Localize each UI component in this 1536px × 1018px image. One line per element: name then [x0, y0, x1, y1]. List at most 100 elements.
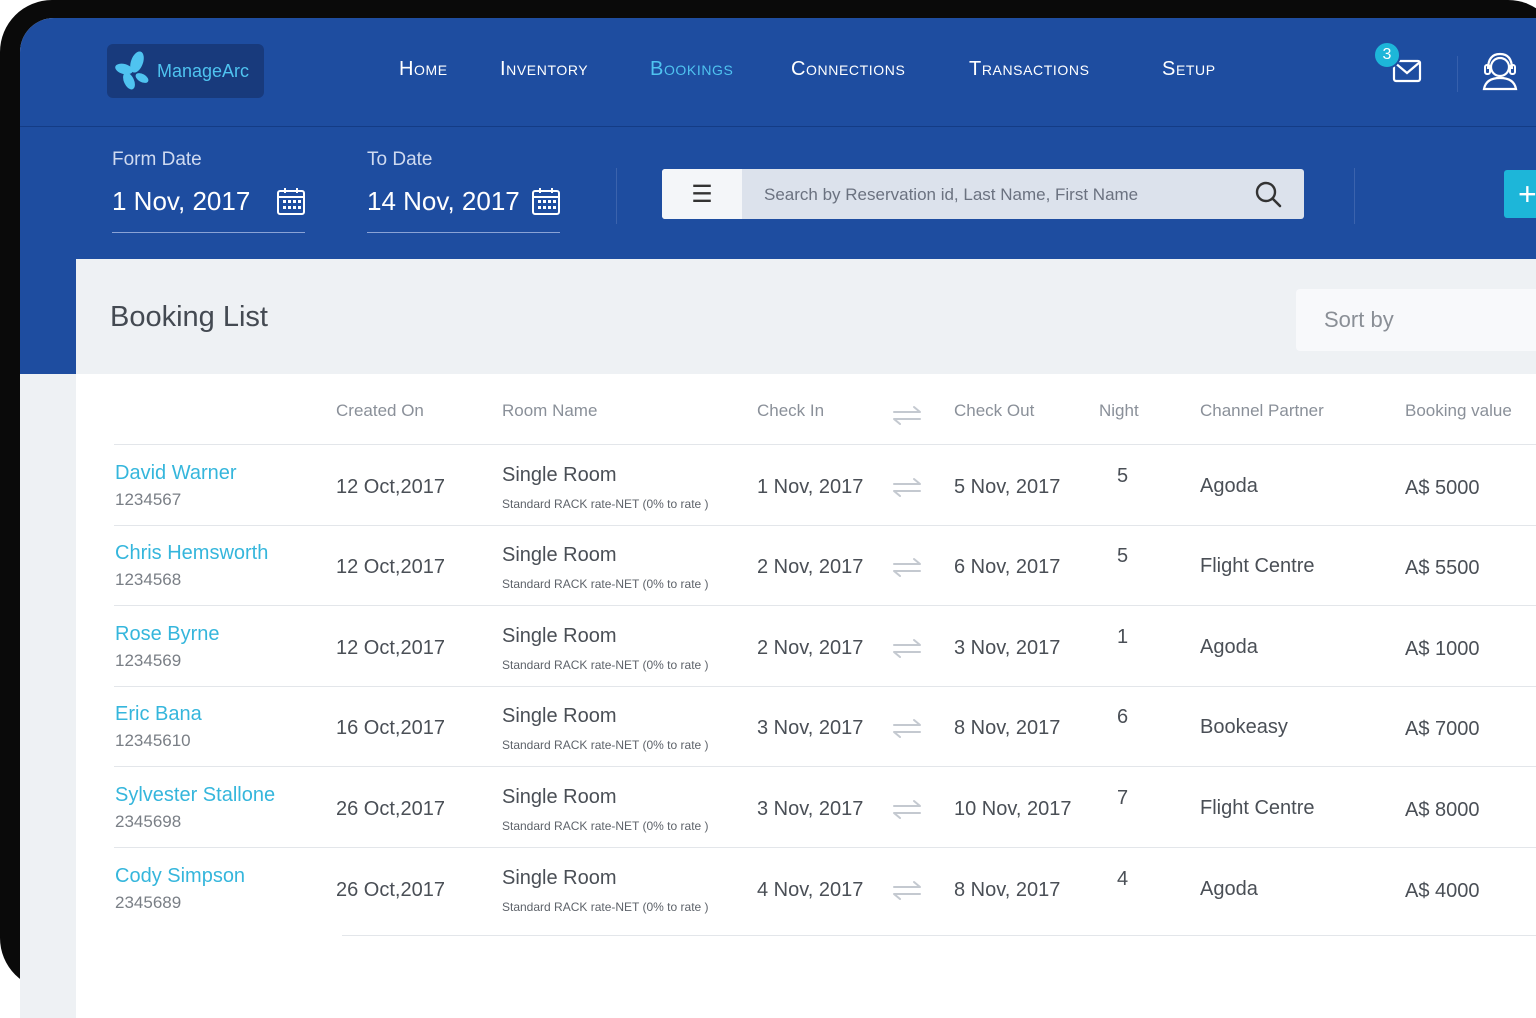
booking-list-card: Booking List Sort by Created On Room Name… — [76, 259, 1536, 1018]
guest-name-link[interactable]: Sylvester Stallone — [115, 784, 275, 807]
reservation-id: 12345610 — [115, 731, 191, 750]
column-header: Created On — [336, 401, 424, 420]
guest-name-link[interactable]: Eric Bana — [115, 703, 202, 726]
guest-name-link[interactable]: Rose Byrne — [115, 623, 220, 646]
calendar-icon[interactable] — [276, 186, 306, 216]
swap-arrows-icon — [893, 478, 921, 497]
row-divider — [342, 935, 1536, 936]
check-in-date: 3 Nov, 2017 — [757, 798, 864, 820]
swap-arrows-icon — [893, 800, 921, 819]
check-in-date: 3 Nov, 2017 — [757, 717, 864, 739]
nights-count: 5 — [1117, 465, 1129, 487]
swap-arrows-icon — [893, 558, 921, 577]
column-header: Booking value — [1405, 401, 1512, 420]
check-out-date: 5 Nov, 2017 — [954, 476, 1061, 498]
channel-partner: Agoda — [1200, 475, 1258, 497]
from-date-underline — [112, 232, 305, 233]
booking-value: A$ 1000 — [1405, 638, 1480, 660]
column-header: Night — [1099, 401, 1139, 420]
check-out-date: 8 Nov, 2017 — [954, 879, 1061, 901]
app-logo[interactable]: ManageArc — [107, 44, 264, 98]
room-name: Single Room — [502, 867, 617, 889]
reservation-id: 2345698 — [115, 812, 182, 831]
check-in-date: 1 Nov, 2017 — [757, 476, 864, 498]
row-divider — [114, 605, 1536, 606]
room-name: Single Room — [502, 544, 617, 566]
booking-value: A$ 4000 — [1405, 880, 1480, 902]
add-booking-button[interactable]: + — [1504, 170, 1536, 218]
nights-count: 4 — [1117, 868, 1129, 890]
created-on: 12 Oct,2017 — [336, 556, 445, 578]
nav-home[interactable]: Home — [399, 58, 448, 81]
sort-by-label: Sort by — [1324, 307, 1394, 332]
rate-plan: Standard RACK rate-NET (0% to rate ) — [502, 577, 709, 591]
reservation-id: 2345689 — [115, 893, 182, 912]
check-out-date: 6 Nov, 2017 — [954, 556, 1061, 578]
column-header: Check Out — [954, 401, 1035, 420]
nav-connections[interactable]: Connections — [791, 58, 905, 81]
search-bar: ☰ — [662, 169, 1304, 221]
logo-icon — [115, 51, 149, 90]
guest-name-link[interactable]: Cody Simpson — [115, 865, 245, 888]
row-divider — [114, 766, 1536, 767]
header-separator — [1457, 56, 1458, 92]
check-in-date: 2 Nov, 2017 — [757, 637, 864, 659]
created-on: 16 Oct,2017 — [336, 717, 445, 739]
guest-name-link[interactable]: David Warner — [115, 462, 237, 485]
column-header: Check In — [757, 401, 825, 420]
created-on: 26 Oct,2017 — [336, 879, 445, 901]
filter-separator — [1354, 168, 1355, 224]
column-header: Room Name — [502, 401, 598, 420]
to-date-underline — [367, 232, 560, 233]
page-title: Booking List — [110, 301, 268, 333]
column-header: Channel Partner — [1200, 401, 1324, 420]
booking-value: A$ 5000 — [1405, 477, 1480, 499]
nav-inventory[interactable]: Inventory — [500, 58, 588, 81]
check-out-date: 3 Nov, 2017 — [954, 637, 1061, 659]
check-in-date: 4 Nov, 2017 — [757, 879, 864, 901]
nights-count: 1 — [1117, 626, 1129, 648]
swap-arrows-icon — [893, 639, 921, 658]
swap-arrows-icon — [893, 719, 921, 738]
row-divider — [114, 847, 1536, 848]
created-on: 12 Oct,2017 — [336, 637, 445, 659]
calendar-icon[interactable] — [531, 186, 561, 216]
search-icon[interactable] — [1254, 180, 1282, 208]
nights-count: 5 — [1117, 545, 1129, 567]
room-name: Single Room — [502, 625, 617, 647]
search-input[interactable] — [762, 169, 1236, 221]
nights-count: 6 — [1117, 706, 1129, 728]
support-icon[interactable] — [1480, 51, 1520, 91]
notification-badge: 3 — [1373, 41, 1401, 69]
from-date-label: Form Date — [112, 149, 202, 170]
check-out-date: 8 Nov, 2017 — [954, 717, 1061, 739]
sort-by-select[interactable]: Sort by — [1296, 289, 1536, 351]
channel-partner: Flight Centre — [1200, 555, 1315, 577]
logo-text: ManageArc — [157, 60, 250, 81]
rate-plan: Standard RACK rate-NET (0% to rate ) — [502, 658, 709, 672]
nav-divider — [20, 126, 1536, 127]
created-on: 26 Oct,2017 — [336, 798, 445, 820]
to-date-value[interactable]: 14 Nov, 2017 — [367, 186, 520, 217]
room-name: Single Room — [502, 786, 617, 808]
row-divider — [114, 686, 1536, 687]
row-divider — [114, 525, 1536, 526]
room-name: Single Room — [502, 464, 617, 486]
nav-bookings[interactable]: Bookings — [650, 58, 734, 81]
from-date-value[interactable]: 1 Nov, 2017 — [112, 186, 250, 217]
booking-value: A$ 5500 — [1405, 557, 1480, 579]
rate-plan: Standard RACK rate-NET (0% to rate ) — [502, 819, 709, 833]
filter-separator — [616, 168, 617, 224]
rate-plan: Standard RACK rate-NET (0% to rate ) — [502, 497, 709, 511]
rate-plan: Standard RACK rate-NET (0% to rate ) — [502, 738, 709, 752]
booking-value: A$ 7000 — [1405, 718, 1480, 740]
check-out-date: 10 Nov, 2017 — [954, 798, 1072, 820]
guest-name-link[interactable]: Chris Hemsworth — [115, 542, 268, 565]
channel-partner: Bookeasy — [1200, 716, 1288, 738]
channel-partner: Agoda — [1200, 636, 1258, 658]
menu-icon[interactable]: ☰ — [662, 169, 742, 219]
swap-arrows-icon — [893, 406, 921, 425]
nav-transactions[interactable]: Transactions — [969, 58, 1090, 81]
reservation-id: 1234567 — [115, 490, 182, 509]
nav-setup[interactable]: Setup — [1162, 58, 1216, 81]
